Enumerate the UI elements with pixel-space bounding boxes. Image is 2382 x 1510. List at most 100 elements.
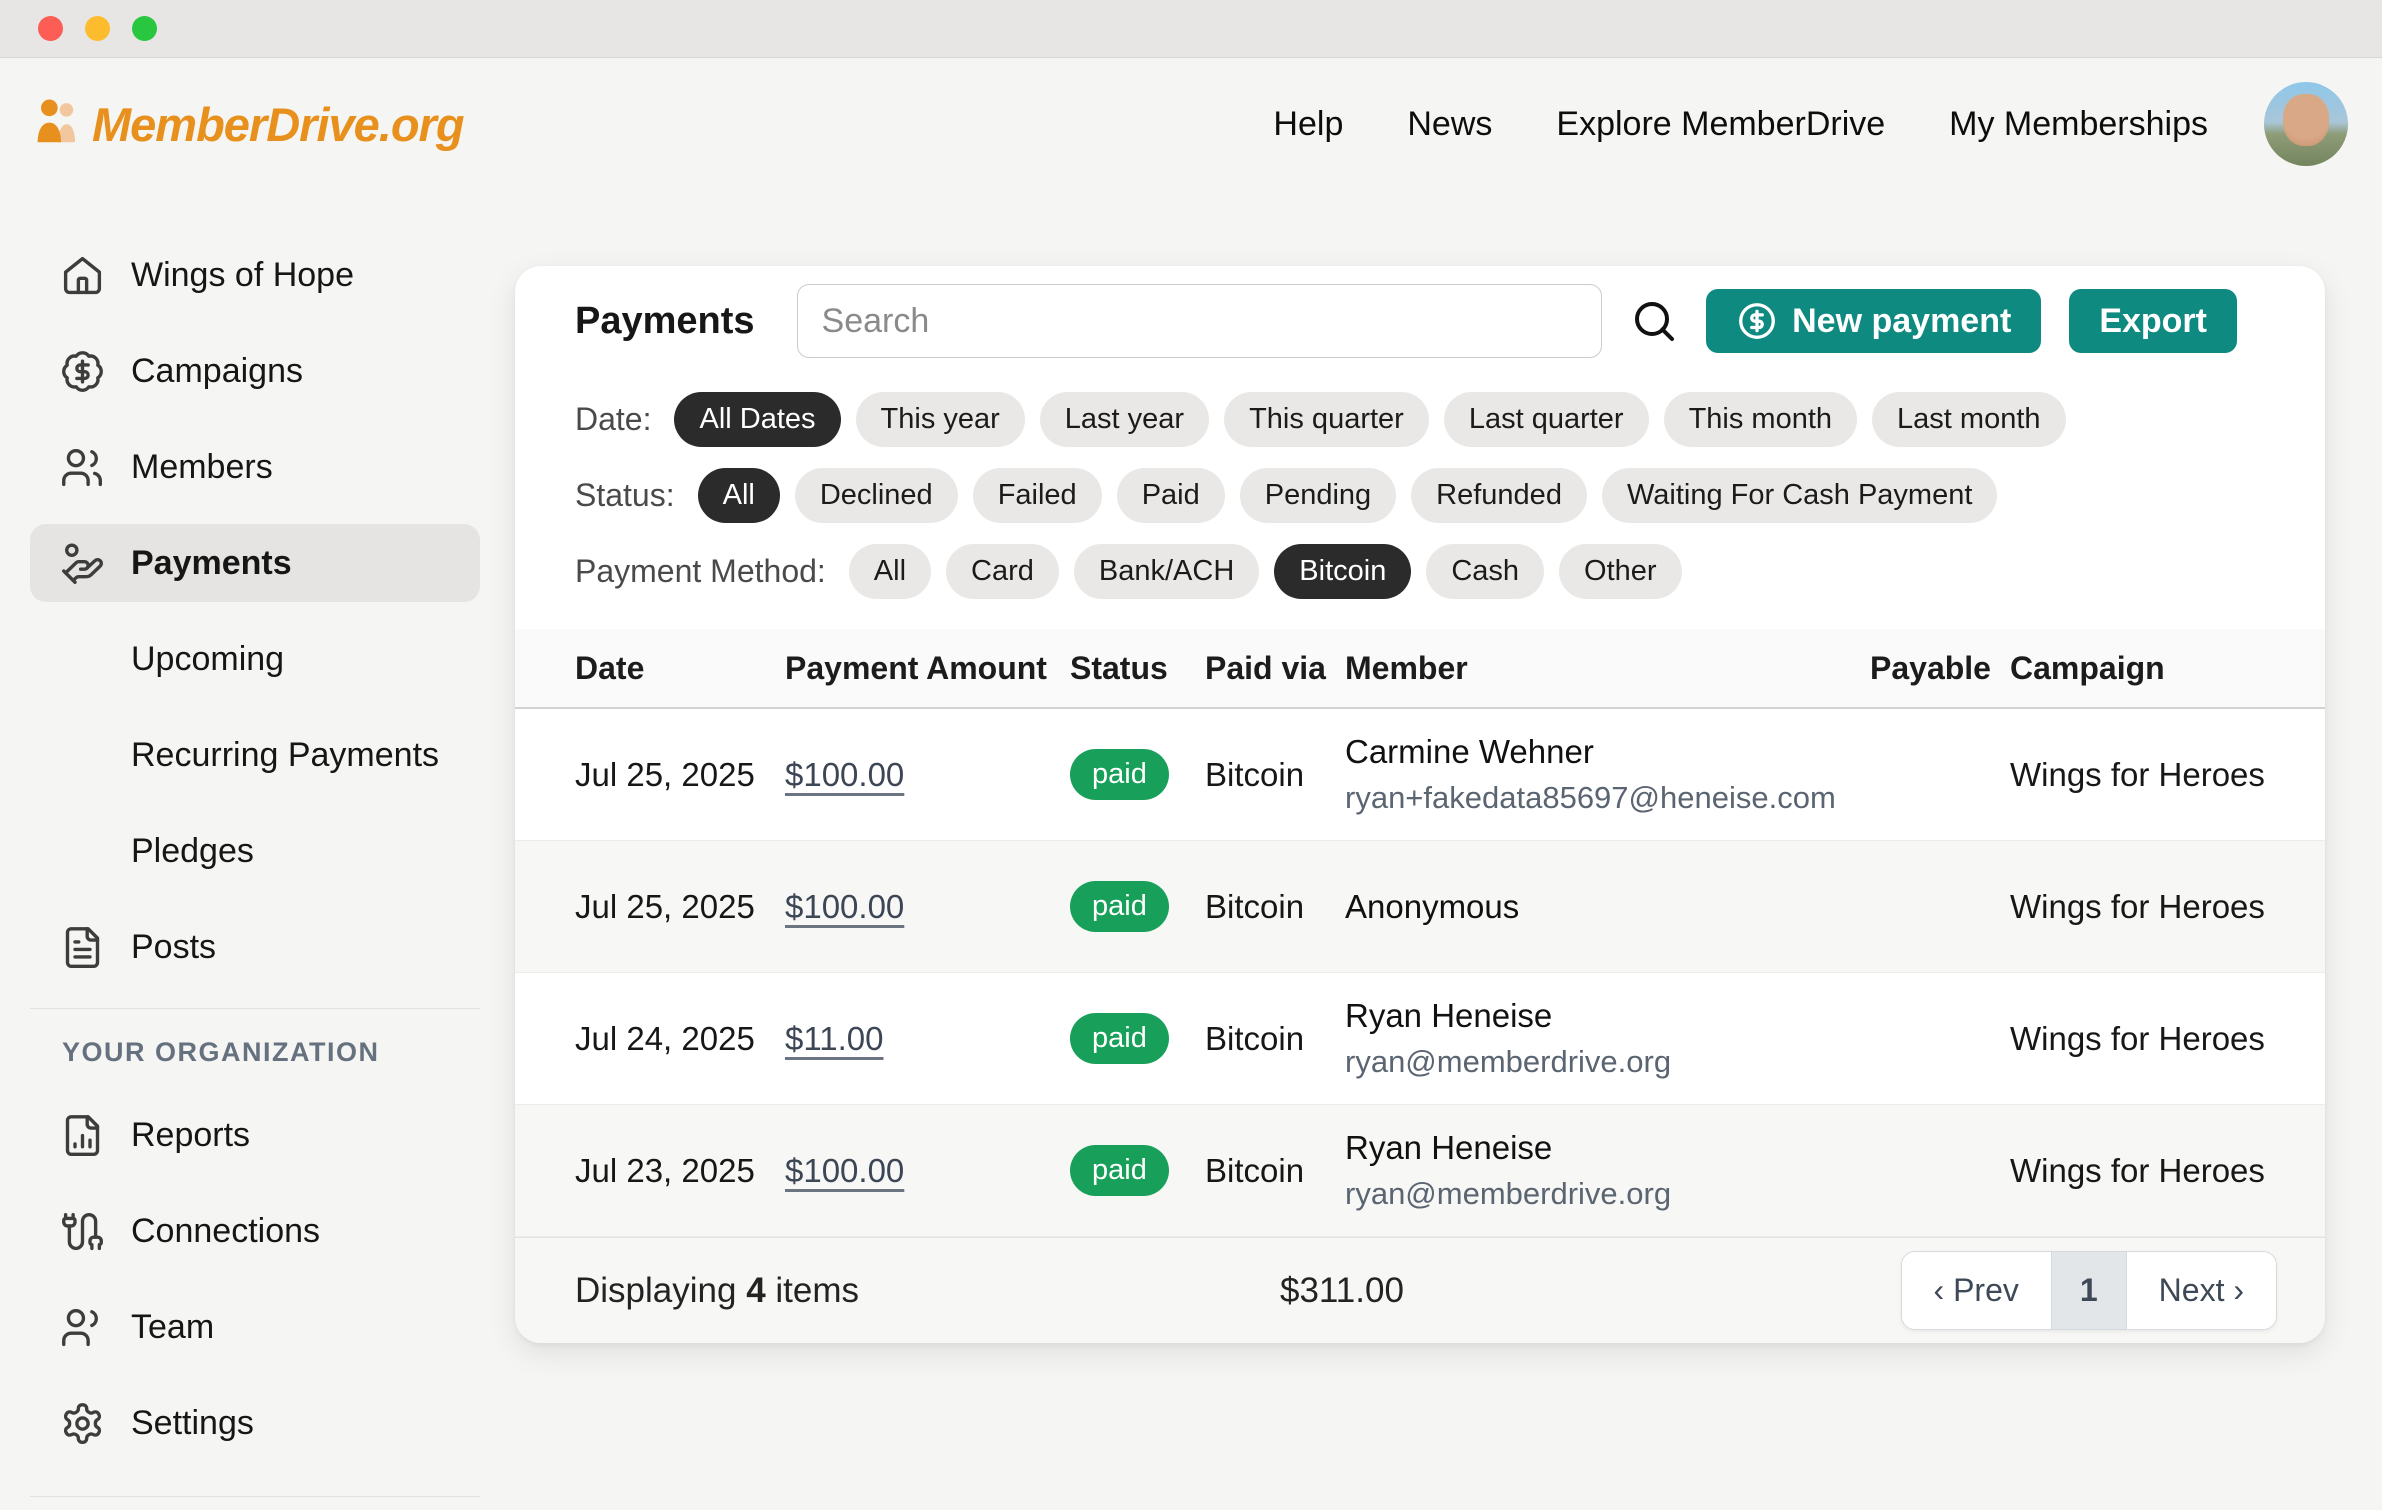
filter-chip-failed[interactable]: Failed — [973, 468, 1102, 523]
sidebar-item-posts[interactable]: Posts — [30, 908, 480, 986]
filter-chip-status-all[interactable]: All — [698, 468, 780, 523]
sidebar-item-label: Connections — [131, 1212, 320, 1251]
cell-campaign: Wings for Heroes — [2010, 1152, 2285, 1190]
filter-chip-bitcoin[interactable]: Bitcoin — [1274, 544, 1411, 599]
column-header-paid-via: Paid via — [1205, 650, 1345, 687]
home-icon — [60, 253, 105, 298]
gear-icon — [60, 1401, 105, 1446]
cell-campaign: Wings for Heroes — [2010, 756, 2285, 794]
filter-chip-paid[interactable]: Paid — [1117, 468, 1225, 523]
export-button[interactable]: Export — [2069, 289, 2237, 353]
payment-amount-link[interactable]: $11.00 — [785, 1020, 883, 1058]
sidebar-item-team[interactable]: Team — [30, 1288, 480, 1366]
sidebar-item-reports[interactable]: Reports — [30, 1096, 480, 1174]
next-page-button[interactable]: Next › — [2127, 1252, 2276, 1329]
filter-chip-cash[interactable]: Cash — [1426, 544, 1544, 599]
pagination: ‹ Prev 1 Next › — [1901, 1251, 2277, 1330]
brand-name: MemberDrive.org — [92, 97, 464, 152]
window-minimize-button[interactable] — [85, 16, 110, 41]
member-name: Ryan Heneise — [1345, 1129, 1870, 1167]
sidebar-item-wings-of-hope[interactable]: Wings of Hope — [30, 236, 480, 314]
filter-chip-waiting-for-cash-payment[interactable]: Waiting For Cash Payment — [1602, 468, 1997, 523]
hand-coins-icon — [60, 541, 105, 586]
table-footer: Displaying 4 items $311.00 ‹ Prev 1 Next… — [515, 1237, 2325, 1343]
table-row: Jul 24, 2025 $11.00 paid Bitcoin Ryan He… — [515, 973, 2325, 1105]
user-avatar[interactable] — [2264, 82, 2348, 166]
payment-method-filter-label: Payment Method: — [575, 553, 826, 590]
sidebar-item-connections[interactable]: Connections — [30, 1192, 480, 1270]
cell-member: Ryan Heneise ryan@memberdrive.org — [1345, 1129, 1870, 1212]
top-nav: Help News Explore MemberDrive My Members… — [1273, 105, 2208, 144]
date-filter-label: Date: — [575, 401, 651, 438]
sidebar-item-payments[interactable]: Payments — [30, 524, 480, 602]
badge-dollar-icon — [60, 349, 105, 394]
filter-chip-pending[interactable]: Pending — [1240, 468, 1396, 523]
filter-chip-all-dates[interactable]: All Dates — [674, 392, 840, 447]
sidebar-item-label: Reports — [131, 1116, 250, 1155]
payment-amount-link[interactable]: $100.00 — [785, 756, 904, 794]
new-payment-label: New payment — [1792, 302, 2011, 341]
cell-paid-via: Bitcoin — [1205, 1152, 1345, 1190]
sidebar-item-campaigns[interactable]: Campaigns — [30, 332, 480, 410]
filter-chip-last-year[interactable]: Last year — [1040, 392, 1209, 447]
export-label: Export — [2099, 302, 2207, 341]
sidebar-item-pledges[interactable]: Pledges — [30, 812, 480, 890]
payment-amount-link[interactable]: $100.00 — [785, 888, 904, 926]
filter-chip-this-month[interactable]: This month — [1664, 392, 1857, 447]
filter-chip-refunded[interactable]: Refunded — [1411, 468, 1587, 523]
filter-chip-bank-ach[interactable]: Bank/ACH — [1074, 544, 1259, 599]
filter-chip-this-year[interactable]: This year — [856, 392, 1025, 447]
displaying-count: Displaying 4 items — [575, 1271, 859, 1311]
sidebar-item-label: Upcoming — [131, 640, 284, 679]
sidebar-item-recurring-payments[interactable]: Recurring Payments — [30, 716, 480, 794]
sidebar-item-upcoming[interactable]: Upcoming — [30, 620, 480, 698]
nav-my-memberships[interactable]: My Memberships — [1949, 105, 2208, 144]
filter-chip-other[interactable]: Other — [1559, 544, 1682, 599]
filter-chip-last-month[interactable]: Last month — [1872, 392, 2065, 447]
filter-chip-card[interactable]: Card — [946, 544, 1059, 599]
filter-chip-this-quarter[interactable]: This quarter — [1224, 392, 1429, 447]
filter-chip-method-all[interactable]: All — [849, 544, 931, 599]
sidebar-section-your-organization: YOUR ORGANIZATION — [30, 1037, 486, 1068]
prev-page-button[interactable]: ‹ Prev — [1902, 1252, 2051, 1329]
page-title: Payments — [575, 300, 755, 343]
cell-date: Jul 25, 2025 — [575, 888, 785, 926]
window-titlebar — [0, 0, 2382, 58]
nav-explore-memberdrive[interactable]: Explore MemberDrive — [1556, 105, 1885, 144]
search-input[interactable] — [797, 284, 1603, 358]
window-zoom-button[interactable] — [132, 16, 157, 41]
new-payment-button[interactable]: New payment — [1706, 289, 2041, 353]
cable-icon — [60, 1209, 105, 1254]
nav-help[interactable]: Help — [1273, 105, 1343, 144]
search-button[interactable] — [1630, 297, 1678, 345]
payments-card-header: Payments New payment Export — [515, 266, 2325, 358]
payments-card: Payments New payment Export Date: All Da… — [515, 266, 2325, 1343]
cell-paid-via: Bitcoin — [1205, 756, 1345, 794]
status-badge: paid — [1070, 1013, 1169, 1064]
status-filter-label: Status: — [575, 477, 675, 514]
filters: Date: All Dates This year Last year This… — [515, 358, 2325, 605]
sidebar-item-label: Wings of Hope — [131, 256, 354, 295]
current-page-indicator[interactable]: 1 — [2051, 1252, 2127, 1329]
status-badge: paid — [1070, 749, 1169, 800]
table-header-row: Date Payment Amount Status Paid via Memb… — [515, 629, 2325, 709]
displaying-items-suffix: items — [775, 1271, 859, 1310]
member-name: Ryan Heneise — [1345, 997, 1870, 1035]
filter-chip-last-quarter[interactable]: Last quarter — [1444, 392, 1649, 447]
sidebar-item-members[interactable]: Members — [30, 428, 480, 506]
cell-paid-via: Bitcoin — [1205, 888, 1345, 926]
memberdrive-logo-icon — [30, 95, 84, 154]
window-close-button[interactable] — [38, 16, 63, 41]
cell-campaign: Wings for Heroes — [2010, 888, 2285, 926]
cell-member: Anonymous — [1345, 888, 1870, 926]
date-filter-row: Date: All Dates This year Last year This… — [575, 392, 2265, 447]
member-email: ryan@memberdrive.org — [1345, 1176, 1870, 1212]
nav-news[interactable]: News — [1407, 105, 1492, 144]
cell-campaign: Wings for Heroes — [2010, 1020, 2285, 1058]
payment-amount-link[interactable]: $100.00 — [785, 1152, 904, 1190]
brand-logo[interactable]: MemberDrive.org — [30, 95, 464, 154]
sidebar-item-settings[interactable]: Settings — [30, 1384, 480, 1462]
sidebar-item-label: Settings — [131, 1404, 254, 1443]
filter-chip-declined[interactable]: Declined — [795, 468, 958, 523]
member-name: Anonymous — [1345, 888, 1870, 926]
